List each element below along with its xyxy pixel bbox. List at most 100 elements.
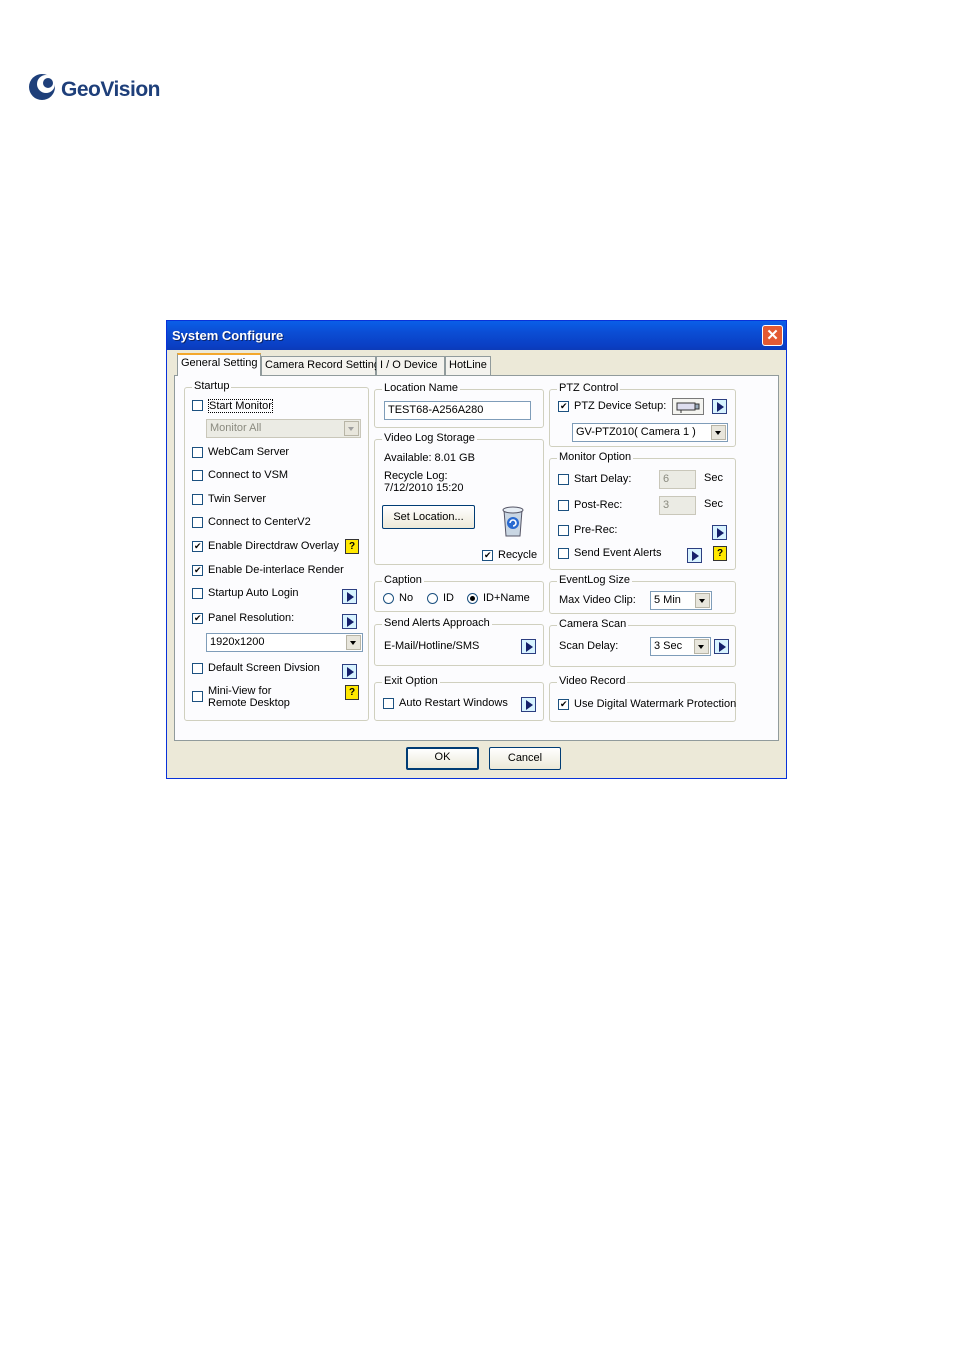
panel-resolution-arrow-button[interactable] (342, 614, 357, 629)
default-screen-division-checkbox[interactable] (192, 663, 203, 674)
send-alerts-title: Send Alerts Approach (382, 617, 492, 629)
ptz-device-button[interactable] (672, 398, 704, 415)
send-event-alerts-checkbox[interactable] (558, 548, 569, 559)
auto-login-arrow-button[interactable] (342, 589, 357, 604)
camera-scan-arrow-button[interactable] (714, 639, 729, 654)
startup-auto-login-checkbox[interactable] (192, 588, 203, 599)
max-video-clip-select[interactable]: 5 Min (650, 591, 712, 610)
eventlog-size-title: EventLog Size (557, 574, 632, 586)
ptz-arrow-button[interactable] (712, 399, 727, 414)
ptz-device-select[interactable]: GV-PTZ010( Camera 1 ) (572, 423, 728, 442)
connect-vsm-label: Connect to VSM (208, 469, 289, 481)
ptz-camera-icon (676, 402, 700, 413)
auto-restart-arrow-button[interactable] (521, 697, 536, 712)
set-location-button[interactable]: Set Location... (382, 505, 475, 529)
caption-no-radio[interactable] (383, 593, 394, 604)
ptz-device-select-value: GV-PTZ010( Camera 1 ) (576, 426, 696, 438)
chevron-down-icon (711, 425, 726, 440)
auto-restart-checkbox[interactable] (383, 698, 394, 709)
panel-resolution-checkbox[interactable] (192, 613, 203, 624)
caption-title: Caption (382, 574, 424, 586)
startup-group-title: Startup (192, 380, 232, 392)
recycle-log-label: Recycle Log: (384, 470, 448, 482)
recycle-checkbox[interactable] (482, 550, 493, 561)
monitor-option-title: Monitor Option (557, 451, 634, 463)
panel-resolution-label: Panel Resolution: (208, 612, 295, 624)
enable-directdraw-checkbox[interactable] (192, 541, 203, 552)
geovision-logo-icon (29, 74, 55, 100)
chevron-down-icon (694, 639, 709, 654)
scan-delay-value: 3 Sec (654, 640, 683, 652)
recycle-bin-icon (502, 506, 524, 537)
window-title: System Configure (172, 328, 284, 343)
available-space: Available: 8.01 GB (384, 452, 475, 464)
recycle-label: Recycle (498, 549, 538, 561)
max-video-clip-value: 5 Min (654, 594, 681, 606)
pre-rec-arrow-button[interactable] (712, 525, 727, 540)
cancel-button[interactable]: Cancel (489, 747, 561, 770)
enable-directdraw-label: Enable Directdraw Overlay (208, 540, 339, 552)
start-delay-input[interactable]: 6 (659, 470, 696, 489)
send-event-alerts-label: Send Event Alerts (574, 547, 662, 559)
default-screen-division-label: Default Screen Divsion (208, 662, 320, 674)
tab-hotline[interactable]: HotLine (445, 356, 491, 375)
system-configure-dialog: System Configure ✕ General Setting Camer… (166, 320, 787, 779)
post-rec-label: Post-Rec: (574, 499, 623, 511)
resolution-select[interactable]: 1920x1200 (206, 633, 363, 652)
auto-restart-label: Auto Restart Windows (399, 697, 508, 709)
post-rec-input[interactable]: 3 (659, 496, 696, 515)
mini-view-label-line1: Mini-View for (208, 685, 272, 697)
screen-division-arrow-button[interactable] (342, 664, 357, 679)
caption-id-radio[interactable] (427, 593, 438, 604)
logo-text: GeoVision (61, 78, 160, 101)
webcam-server-checkbox[interactable] (192, 447, 203, 458)
ptz-control-group: PTZ Control PTZ Device Setup: GV-PTZ010(… (549, 382, 736, 447)
connect-vsm-checkbox[interactable] (192, 470, 203, 481)
geovision-logo: GeoVision (28, 70, 178, 106)
chevron-down-icon (695, 593, 710, 608)
start-delay-checkbox[interactable] (558, 474, 569, 485)
location-name-input[interactable]: TEST68-A256A280 (384, 401, 531, 420)
scan-delay-select[interactable]: 3 Sec (650, 637, 711, 656)
caption-no-label: No (399, 592, 414, 604)
watermark-checkbox[interactable] (558, 699, 569, 710)
twin-server-checkbox[interactable] (192, 494, 203, 505)
watermark-label: Use Digital Watermark Protection (574, 698, 737, 710)
help-icon[interactable]: ? (713, 546, 727, 561)
tab-panel: Startup Start Monitor Monitor All WebCam… (174, 375, 779, 741)
start-delay-label: Start Delay: (574, 473, 632, 485)
twin-server-label: Twin Server (208, 493, 267, 505)
tab-io-device[interactable]: I / O Device (376, 356, 445, 375)
pre-rec-checkbox[interactable] (558, 525, 569, 536)
startup-group: Startup Start Monitor Monitor All WebCam… (184, 380, 369, 721)
ok-button[interactable]: OK (406, 747, 479, 770)
help-icon[interactable]: ? (345, 539, 359, 554)
monitor-select-value: Monitor All (210, 422, 262, 434)
enable-deinterlace-checkbox[interactable] (192, 565, 203, 576)
connect-centerv2-checkbox[interactable] (192, 517, 203, 528)
chevron-down-icon (344, 421, 359, 436)
caption-group: Caption No ID ID+Name (374, 574, 544, 612)
title-bar[interactable]: System Configure ✕ (167, 321, 786, 350)
ptz-device-setup-checkbox[interactable] (558, 401, 569, 412)
close-button[interactable]: ✕ (762, 325, 783, 346)
send-alerts-arrow-button[interactable] (521, 639, 536, 654)
caption-id-label: ID (443, 592, 454, 604)
send-event-alerts-arrow-button[interactable] (687, 548, 702, 563)
max-video-clip-label: Max Video Clip: (559, 594, 636, 606)
mini-view-checkbox[interactable] (192, 691, 203, 702)
startup-auto-login-label: Startup Auto Login (208, 587, 299, 599)
help-icon[interactable]: ? (345, 685, 359, 700)
tab-camera-record-setting[interactable]: Camera Record Setting (261, 356, 380, 375)
start-monitor-checkbox[interactable] (192, 400, 203, 411)
caption-id-name-label: ID+Name (483, 592, 530, 604)
chevron-down-icon (346, 635, 361, 650)
video-record-group: Video Record Use Digital Watermark Prote… (549, 675, 737, 722)
connect-centerv2-label: Connect to CenterV2 (208, 516, 311, 528)
send-alerts-value: E-Mail/Hotline/SMS (384, 640, 480, 652)
start-delay-unit: Sec (704, 472, 723, 484)
monitor-select[interactable]: Monitor All (206, 419, 361, 438)
post-rec-checkbox[interactable] (558, 500, 569, 511)
tab-general-setting[interactable]: General Setting (177, 353, 261, 376)
caption-id-name-radio[interactable] (467, 593, 478, 604)
